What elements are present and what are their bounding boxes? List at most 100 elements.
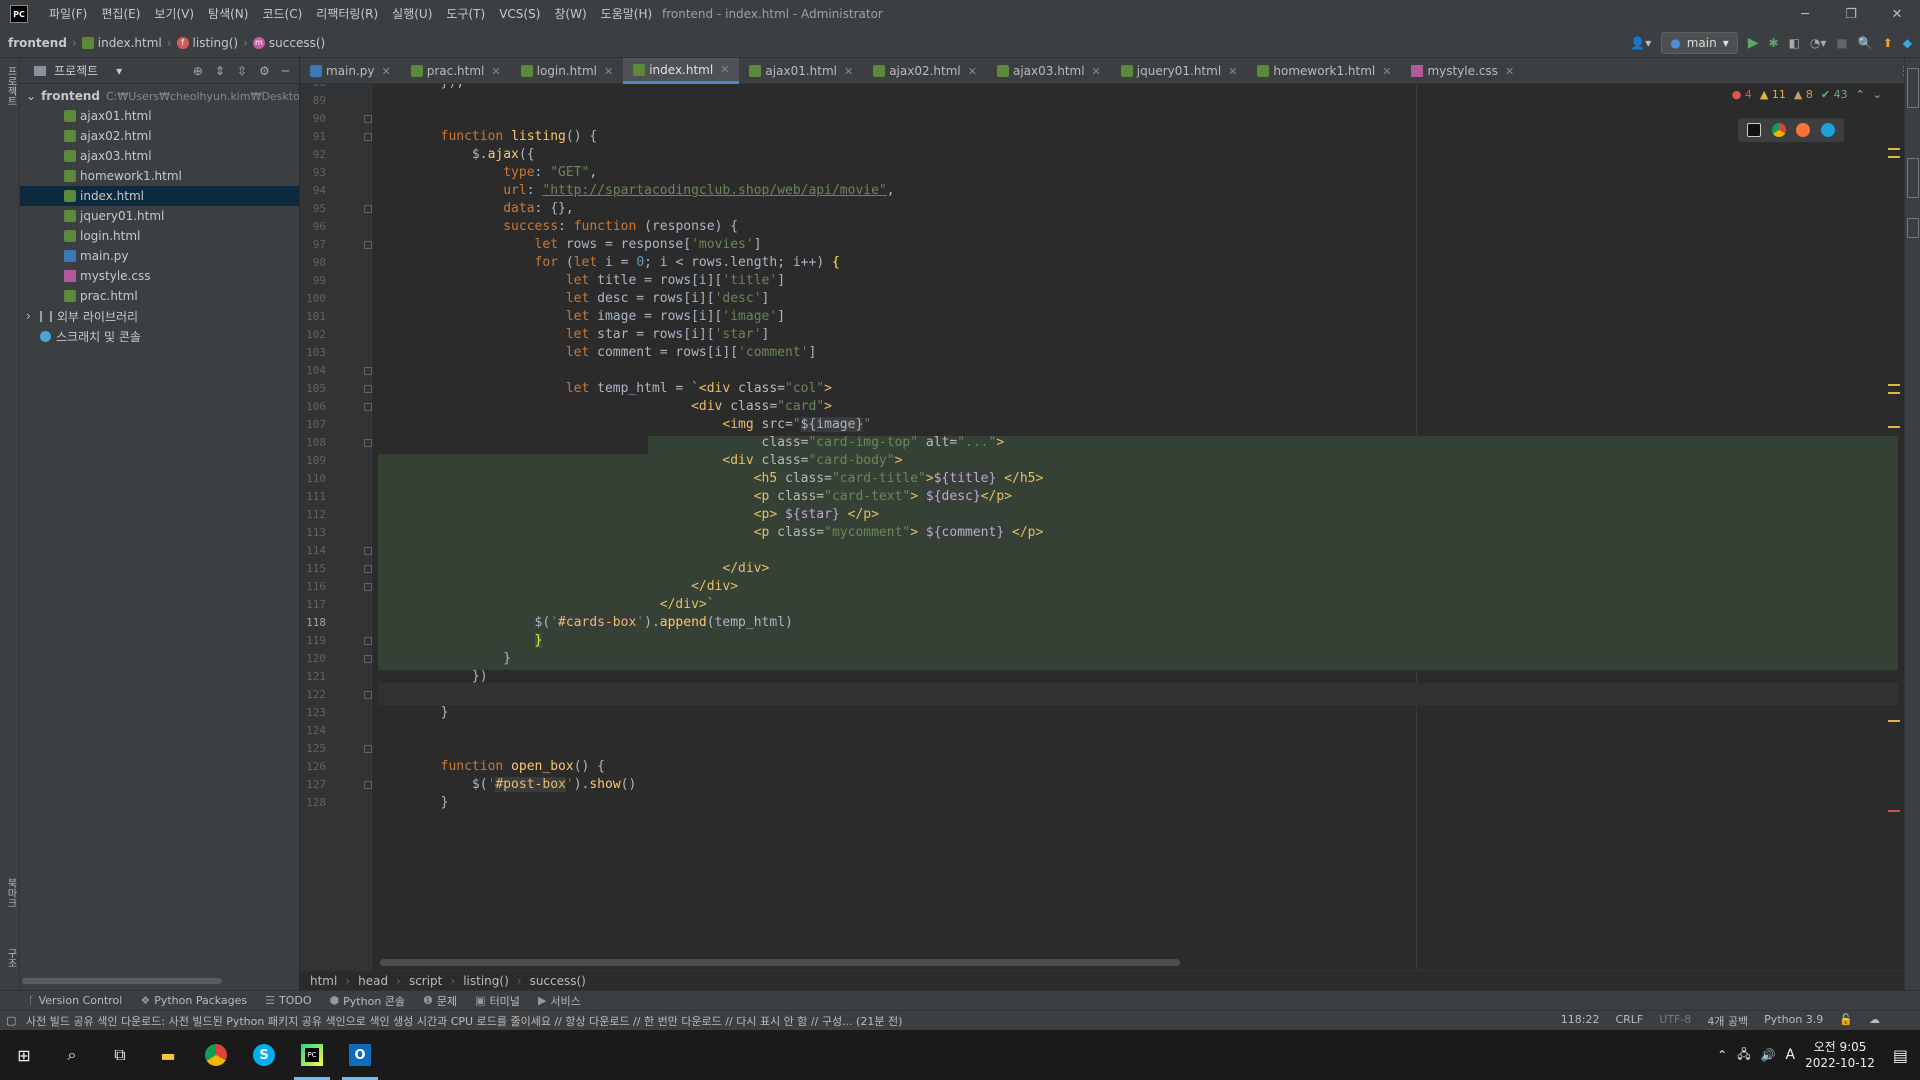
chevron-right-icon[interactable]: › bbox=[26, 309, 40, 323]
sciview-tool-tab[interactable] bbox=[1907, 158, 1919, 198]
close-tab-icon[interactable]: ✕ bbox=[604, 65, 613, 78]
menu-refactor[interactable]: 리팩터링(R) bbox=[309, 0, 385, 28]
update-icon[interactable]: ⬆ bbox=[1883, 36, 1893, 50]
nav-project[interactable]: frontend bbox=[8, 36, 67, 50]
notification-icon[interactable]: ☁ bbox=[1869, 1013, 1880, 1029]
fold-marker-icon[interactable] bbox=[364, 115, 372, 123]
fold-marker-icon[interactable] bbox=[364, 439, 372, 447]
tree-file-item[interactable]: mystyle.css bbox=[20, 266, 299, 286]
chrome-icon[interactable] bbox=[1771, 123, 1786, 137]
tab-homework1-html[interactable]: homework1.html ✕ bbox=[1247, 58, 1401, 84]
close-tab-icon[interactable]: ✕ bbox=[491, 65, 500, 78]
ime-indicator[interactable]: A bbox=[1786, 1047, 1796, 1063]
edge-icon[interactable] bbox=[1820, 123, 1835, 137]
tree-file-item[interactable]: ajax01.html bbox=[20, 106, 299, 126]
coverage-icon[interactable]: ◧ bbox=[1789, 36, 1800, 50]
close-tab-icon[interactable]: ✕ bbox=[1505, 65, 1514, 78]
pycharm-taskbar-icon[interactable]: PC bbox=[288, 1030, 336, 1080]
profile-icon[interactable]: ◔▾ bbox=[1810, 36, 1827, 50]
close-tab-icon[interactable]: ✕ bbox=[382, 65, 391, 78]
menu-navigate[interactable]: 탐색(N) bbox=[201, 0, 255, 28]
fold-marker-icon[interactable] bbox=[364, 745, 372, 753]
tree-scratches[interactable]: 스크래치 및 콘솔 bbox=[20, 326, 299, 346]
editor-error-stripe[interactable] bbox=[1886, 84, 1900, 970]
tab-python-console[interactable]: ⬢ Python 콘솔 bbox=[330, 993, 405, 1009]
expand-all-icon[interactable]: ⇕ bbox=[215, 64, 225, 78]
fold-marker-icon[interactable] bbox=[364, 781, 372, 789]
fold-marker-icon[interactable] bbox=[364, 367, 372, 375]
fold-marker-icon[interactable] bbox=[364, 241, 372, 249]
nav-function[interactable]: listing() bbox=[193, 36, 239, 50]
tab-python-packages[interactable]: ❖ Python Packages bbox=[140, 994, 247, 1007]
file-encoding[interactable]: UTF-8 bbox=[1659, 1013, 1691, 1029]
nav-file[interactable]: index.html bbox=[98, 36, 162, 50]
tree-file-item[interactable]: homework1.html bbox=[20, 166, 299, 186]
tab-services[interactable]: ▶ 서비스 bbox=[538, 993, 581, 1009]
tab-login-html[interactable]: login.html ✕ bbox=[511, 58, 624, 84]
volume-icon[interactable]: 🔊 bbox=[1761, 1048, 1776, 1062]
nav-method[interactable]: success() bbox=[269, 36, 325, 50]
tab-todo[interactable]: ☰ TODO bbox=[265, 994, 311, 1007]
fold-marker-icon[interactable] bbox=[364, 385, 372, 393]
network-icon[interactable]: 🖧 bbox=[1737, 1045, 1750, 1066]
jetbrains-icon[interactable]: ◆ bbox=[1903, 36, 1912, 50]
task-view-icon[interactable]: ⧉ bbox=[96, 1030, 144, 1080]
fold-marker-icon[interactable] bbox=[364, 637, 372, 645]
pycharm-browser-icon[interactable] bbox=[1747, 123, 1762, 137]
breadcrumb-head[interactable]: head bbox=[358, 974, 388, 988]
debug-icon[interactable]: ✱ bbox=[1769, 36, 1779, 50]
lock-icon[interactable]: 🔓 bbox=[1839, 1013, 1853, 1029]
menu-vcs[interactable]: VCS(S) bbox=[492, 0, 547, 28]
restore-icon[interactable]: ❐ bbox=[1828, 0, 1874, 28]
project-horizontal-scrollbar[interactable] bbox=[22, 978, 222, 984]
search-icon[interactable]: ⌕ bbox=[48, 1030, 96, 1080]
tree-file-item[interactable]: prac.html bbox=[20, 286, 299, 306]
tab-terminal[interactable]: ▣ 터미널 bbox=[475, 993, 520, 1009]
breadcrumb-listing[interactable]: listing() bbox=[463, 974, 509, 988]
collapse-all-icon[interactable]: ⇳ bbox=[237, 64, 247, 78]
close-tab-icon[interactable]: ✕ bbox=[968, 65, 977, 78]
fold-marker-icon[interactable] bbox=[364, 565, 372, 573]
run-icon[interactable]: ▶ bbox=[1748, 35, 1759, 51]
bookmarks-tool-tab[interactable]: 북마크 bbox=[2, 878, 18, 908]
menu-help[interactable]: 도움말(H) bbox=[594, 0, 660, 28]
tab-index-html[interactable]: index.html ✕ bbox=[623, 58, 740, 84]
tree-file-item[interactable]: jquery01.html bbox=[20, 206, 299, 226]
fold-marker-icon[interactable] bbox=[364, 547, 372, 555]
menu-window[interactable]: 창(W) bbox=[547, 0, 593, 28]
editor-horizontal-scrollbar[interactable] bbox=[380, 959, 1180, 966]
clock[interactable]: 오전 9:05 2022-10-12 bbox=[1805, 1039, 1875, 1071]
pycharm-logo-icon[interactable]: PC bbox=[10, 5, 28, 23]
tree-file-item-selected[interactable]: index.html bbox=[20, 186, 299, 206]
locate-icon[interactable]: ⊕ bbox=[193, 64, 203, 78]
run-config-selector[interactable]: ● main ▾ bbox=[1661, 32, 1738, 54]
close-tab-icon[interactable]: ✕ bbox=[720, 63, 729, 76]
tab-ajax03-html[interactable]: ajax03.html ✕ bbox=[987, 58, 1111, 84]
caret-position[interactable]: 118:22 bbox=[1561, 1013, 1600, 1029]
indent-setting[interactable]: 4개 공백 bbox=[1707, 1013, 1748, 1029]
breadcrumb-success[interactable]: success() bbox=[530, 974, 586, 988]
close-tab-icon[interactable]: ✕ bbox=[1382, 65, 1391, 78]
close-tab-icon[interactable]: ✕ bbox=[1092, 65, 1101, 78]
menu-file[interactable]: 파일(F) bbox=[42, 0, 94, 28]
tree-root-folder[interactable]: ⌄ frontend C:₩Users₩cheolhyun.kim₩Deskto bbox=[20, 86, 299, 106]
close-tab-icon[interactable]: ✕ bbox=[844, 65, 853, 78]
fold-marker-icon[interactable] bbox=[364, 655, 372, 663]
menu-run[interactable]: 실행(U) bbox=[385, 0, 439, 28]
breadcrumb-script[interactable]: script bbox=[409, 974, 442, 988]
outlook-icon[interactable]: O bbox=[336, 1030, 384, 1080]
tree-external-libraries[interactable]: › 외부 라이브러리 bbox=[20, 306, 299, 326]
fold-marker-icon[interactable] bbox=[364, 691, 372, 699]
breadcrumb-html[interactable]: html bbox=[310, 974, 337, 988]
tab-ajax02-html[interactable]: ajax02.html ✕ bbox=[863, 58, 987, 84]
fold-marker-icon[interactable] bbox=[364, 583, 372, 591]
account-icon[interactable]: 👤▾ bbox=[1630, 36, 1651, 50]
file-explorer-icon[interactable]: ▬ bbox=[144, 1030, 192, 1080]
stop-icon[interactable]: ■ bbox=[1836, 36, 1847, 50]
notification-center-icon[interactable]: ▤ bbox=[1893, 1046, 1908, 1065]
tab-mystyle-css[interactable]: mystyle.css ✕ bbox=[1401, 58, 1524, 84]
project-panel-title[interactable]: 프로젝트 bbox=[54, 62, 98, 79]
fold-marker-icon[interactable] bbox=[364, 403, 372, 411]
python-interpreter[interactable]: Python 3.9 bbox=[1764, 1013, 1823, 1029]
search-icon[interactable]: 🔍 bbox=[1858, 36, 1873, 50]
